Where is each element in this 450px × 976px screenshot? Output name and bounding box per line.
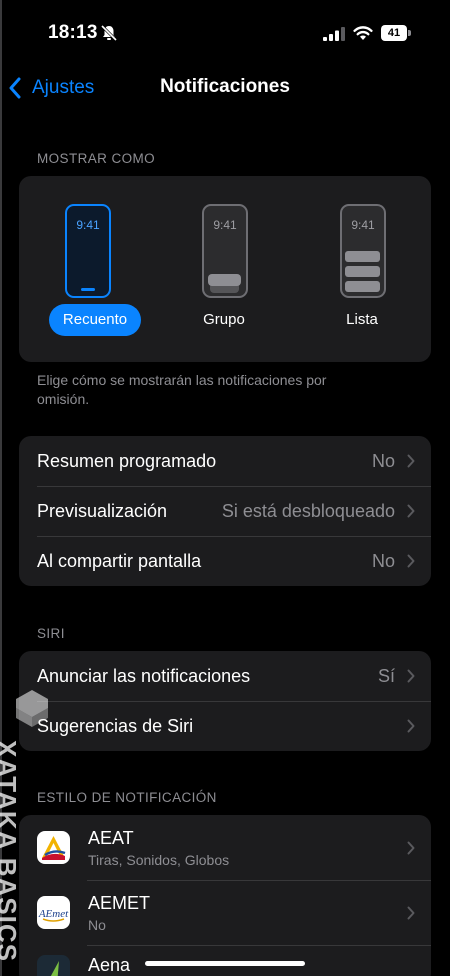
aemet-logo-text: AEmet — [38, 908, 69, 920]
row-screen-sharing[interactable]: Al compartir pantalla No — [19, 536, 431, 586]
app-row-aeat[interactable]: AEAT Tiras, Sonidos, Globos — [19, 815, 431, 880]
display-option-count[interactable]: 9:41 Recuento — [27, 176, 147, 362]
list-preview-bar — [345, 281, 380, 292]
row-announce-notifications[interactable]: Anunciar las notificaciones Sí — [19, 651, 431, 701]
section-header-display-as: MOSTRAR COMO — [37, 151, 156, 166]
bell-slash-icon — [100, 24, 118, 42]
page-title: Notificaciones — [160, 76, 290, 97]
chevron-right-icon — [407, 906, 415, 919]
row-label: Previsualización — [37, 500, 168, 521]
display-style-picker: 9:41 Recuento 9:41 Grupo 9:41 Lista — [19, 176, 431, 362]
home-indicator[interactable] — [145, 961, 305, 966]
app-notification-summary: Tiras, Sonidos, Globos — [88, 851, 230, 868]
chevron-right-icon — [407, 504, 415, 518]
stack-preview-card — [208, 274, 241, 286]
display-option-label: Grupo — [203, 311, 245, 328]
display-option-stack[interactable]: 9:41 Grupo — [164, 176, 284, 362]
row-value: No — [371, 550, 395, 571]
general-settings-group: Resumen programado No Previsualización S… — [19, 436, 431, 586]
list-phone-preview: 9:41 — [340, 204, 386, 298]
row-label: Sugerencias de Siri — [37, 715, 194, 736]
battery-cap — [408, 30, 411, 36]
aemet-logo-icon: AEmet — [37, 896, 70, 929]
app-name: AEAT — [88, 827, 134, 848]
chevron-right-icon — [407, 719, 415, 733]
display-option-label: Recuento — [49, 304, 141, 336]
navigation-bar: Ajustes Notificaciones — [0, 64, 450, 112]
phone-preview-home-bar — [81, 288, 95, 291]
phone-preview-time: 9:41 — [351, 218, 375, 232]
status-time: 18:13 — [48, 22, 98, 43]
row-value: Sí — [377, 665, 395, 686]
count-phone-preview: 9:41 — [65, 204, 111, 298]
chevron-right-icon — [407, 669, 415, 683]
watermark-text: XATAKA BASICS — [0, 740, 22, 962]
row-value: No — [371, 450, 395, 471]
app-notification-summary: No — [88, 916, 106, 933]
chevron-right-icon — [407, 841, 415, 854]
display-style-footer: Elige cómo se mostrarán las notificacion… — [37, 372, 327, 407]
battery-icon: 41 — [381, 25, 411, 41]
phone-preview-time: 9:41 — [76, 218, 100, 232]
aeat-logo-icon — [37, 831, 70, 864]
row-siri-suggestions[interactable]: Sugerencias de Siri — [19, 701, 431, 751]
row-label: Anunciar las notificaciones — [37, 665, 251, 686]
chevron-right-icon — [407, 554, 415, 568]
app-name: AEMET — [88, 892, 151, 913]
list-preview-bar — [345, 251, 380, 262]
row-value: Si está desbloqueado — [221, 500, 395, 521]
phone-preview-time: 9:41 — [213, 218, 237, 232]
wifi-icon — [353, 26, 373, 40]
section-header-notification-style: ESTILO DE NOTIFICACIÓN — [37, 790, 217, 805]
cellular-signal-icon — [323, 27, 345, 41]
battery-level: 41 — [381, 25, 407, 41]
display-option-label: Lista — [346, 311, 378, 328]
app-row-aemet[interactable]: AEmet AEMET No — [19, 880, 431, 945]
stack-phone-preview: 9:41 — [202, 204, 248, 298]
siri-settings-group: Anunciar las notificaciones Sí Sugerenci… — [19, 651, 431, 751]
list-preview-bar — [345, 266, 380, 277]
row-show-previews[interactable]: Previsualización Si está desbloqueado — [19, 486, 431, 536]
status-bar: 18:13 41 — [0, 0, 450, 64]
row-scheduled-summary[interactable]: Resumen programado No — [19, 436, 431, 486]
display-option-list[interactable]: 9:41 Lista — [302, 176, 422, 362]
row-label: Resumen programado — [37, 450, 217, 471]
section-header-siri: SIRI — [37, 626, 65, 641]
row-label: Al compartir pantalla — [37, 550, 202, 571]
chevron-right-icon — [407, 454, 415, 468]
xataka-logo-icon — [16, 690, 48, 727]
app-notification-list: AEAT Tiras, Sonidos, Globos AEmet AEMET … — [19, 815, 431, 976]
aena-logo-icon — [37, 955, 70, 976]
